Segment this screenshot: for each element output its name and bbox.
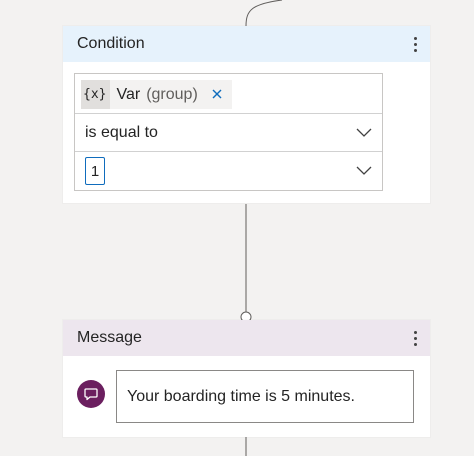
chat-bubble-icon [77, 380, 105, 408]
condition-header: Condition [63, 26, 430, 62]
message-node[interactable]: Message Your boarding time is 5 minutes. [63, 320, 430, 437]
variable-name: Var [116, 85, 141, 103]
variable-chip[interactable]: {x} Var (group) [81, 80, 232, 109]
condition-editor: {x} Var (group) is equal to 1 [74, 73, 383, 191]
more-options-icon[interactable] [410, 328, 420, 348]
variable-group: (group) [146, 85, 198, 103]
more-options-icon[interactable] [410, 34, 420, 54]
incoming-connector [245, 0, 283, 27]
message-text: Your boarding time is 5 minutes. [127, 387, 355, 405]
chevron-down-icon[interactable] [356, 128, 372, 138]
chevron-down-icon[interactable] [356, 166, 372, 176]
condition-node[interactable]: Condition {x} Var (group) is equal to 1 [63, 26, 430, 203]
variable-field[interactable]: {x} Var (group) [75, 74, 382, 114]
variable-icon: {x} [81, 80, 111, 109]
condition-title: Condition [77, 35, 145, 52]
value-token[interactable]: 1 [85, 157, 105, 185]
message-text-input[interactable]: Your boarding time is 5 minutes. [116, 370, 414, 423]
message-header: Message [63, 320, 430, 356]
message-title: Message [77, 329, 142, 346]
close-icon[interactable] [209, 86, 225, 102]
value-dropdown[interactable]: 1 [75, 152, 382, 190]
operator-label: is equal to [85, 123, 158, 141]
operator-dropdown[interactable]: is equal to [75, 114, 382, 152]
